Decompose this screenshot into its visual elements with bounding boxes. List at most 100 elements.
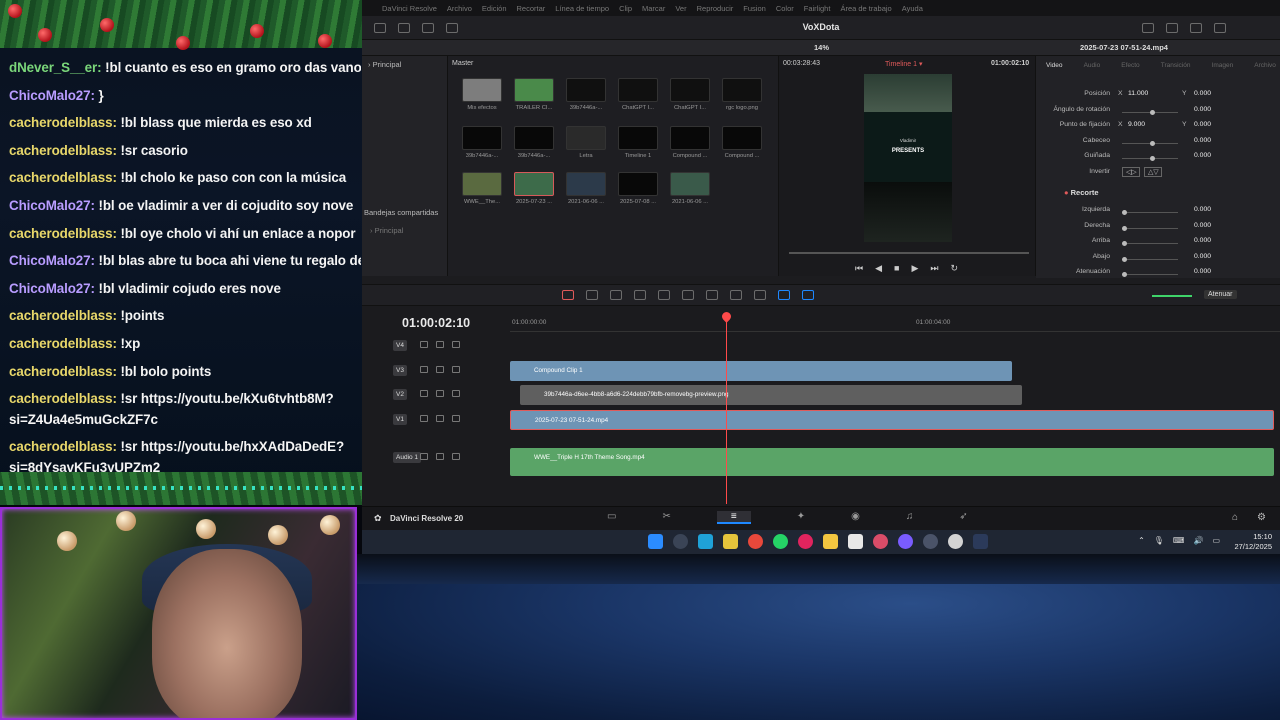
media-clip[interactable]: Timeline 1	[618, 126, 658, 159]
inspector-tab[interactable]: Video	[1046, 62, 1063, 69]
selection-tool-icon[interactable]	[562, 290, 574, 300]
tools-icon[interactable]	[1214, 23, 1226, 33]
crop-value-field[interactable]: 0.000	[1194, 206, 1232, 213]
menu-item[interactable]: Línea de tiempo	[555, 4, 609, 13]
resolve-taskbar-icon[interactable]	[973, 534, 988, 549]
x-value-field[interactable]: 11.000	[1128, 90, 1148, 97]
lock-icon[interactable]	[754, 290, 766, 300]
track-visibility-icon[interactable]	[452, 366, 460, 373]
property-value-field[interactable]: 0.000	[1194, 106, 1232, 113]
replace-icon[interactable]	[682, 290, 694, 300]
skip-end-icon[interactable]: ⏭	[930, 263, 938, 274]
media-clip[interactable]: ChatGPT I...	[670, 78, 710, 111]
crop-slider[interactable]	[1122, 256, 1178, 262]
media-clip[interactable]: Mis efectos	[462, 78, 502, 111]
media-clip[interactable]: rgc logo.png	[722, 78, 762, 111]
media-clip[interactable]: 39b7446a-...	[514, 126, 554, 159]
snapping-icon[interactable]	[706, 290, 718, 300]
skip-start-icon[interactable]: ⏮	[855, 263, 863, 274]
media-clip[interactable]: 2021-06-06 ...	[566, 172, 606, 205]
track-link-icon[interactable]	[436, 453, 444, 460]
crop-slider[interactable]	[1122, 272, 1178, 277]
start-icon[interactable]	[648, 534, 663, 549]
chrome-icon[interactable]	[748, 534, 763, 549]
home-icon[interactable]: ⌂	[1232, 512, 1238, 523]
whatsapp-icon[interactable]	[773, 534, 788, 549]
metadata-icon[interactable]	[1166, 23, 1178, 33]
media-clip[interactable]: 39b7446a-...	[462, 126, 502, 159]
property-slider[interactable]	[1122, 109, 1178, 115]
step-back-icon[interactable]: ◀	[875, 263, 882, 274]
toolbar-right-icons[interactable]	[1142, 23, 1226, 33]
media-clip[interactable]: 2025-07-08 ...	[618, 172, 658, 205]
property-value-field[interactable]: 0.000	[1194, 152, 1232, 159]
track-lock-icon[interactable]	[420, 453, 428, 460]
notes-icon[interactable]	[723, 534, 738, 549]
inspector-tab[interactable]: Archivo	[1254, 62, 1276, 69]
crop-value-field[interactable]: 0.000	[1194, 222, 1232, 229]
flip-horizontal-icon[interactable]: ◁▷	[1122, 166, 1141, 177]
fade-button[interactable]: Atenuar	[1204, 290, 1237, 299]
viewer-frame[interactable]: Vladimir PRESENTS	[864, 74, 952, 242]
search-icon[interactable]	[673, 534, 688, 549]
menu-item[interactable]: Ver	[675, 4, 686, 13]
media-clip[interactable]: TRÁILER CI...	[514, 78, 554, 111]
track-link-icon[interactable]	[436, 341, 444, 348]
fusion-page-icon[interactable]: ✦	[797, 511, 805, 524]
track-link-icon[interactable]	[436, 390, 444, 397]
crop-slider[interactable]	[1122, 210, 1178, 215]
taskbar-clock[interactable]: 15:10 27/12/2025	[1234, 532, 1272, 552]
timeline-clip[interactable]: WWE__Triple H 17th Theme Song.mp4	[510, 448, 1274, 476]
timeline-clip[interactable]: 39b7446a-d6ee-4bb8-a6d6-224debb79bfb-rem…	[520, 385, 1022, 405]
volume-slider[interactable]	[1152, 290, 1212, 302]
crop-value-field[interactable]: 0.000	[1194, 268, 1232, 275]
edge-icon[interactable]	[698, 534, 713, 549]
menu-item[interactable]: DaVinci Resolve	[382, 4, 437, 13]
crop-value-field[interactable]: 0.000	[1194, 253, 1232, 260]
menu-item[interactable]: Clip	[619, 4, 632, 13]
settings-icon[interactable]: ⚙	[1257, 512, 1266, 523]
playhead[interactable]	[726, 314, 727, 504]
crop-section-title[interactable]: ● Recorte	[1064, 188, 1099, 197]
play-icon[interactable]: ▶	[911, 263, 918, 274]
slider-knob[interactable]	[1122, 272, 1127, 277]
track-link-icon[interactable]	[436, 366, 444, 373]
crop-slider[interactable]	[1122, 225, 1178, 231]
menu-item[interactable]: Fairlight	[804, 4, 831, 13]
blade-tool-icon[interactable]	[610, 290, 622, 300]
menu-item[interactable]: Área de trabajo	[840, 4, 891, 13]
flag-icon[interactable]	[778, 290, 790, 300]
obs-icon[interactable]	[923, 534, 938, 549]
slider-knob[interactable]	[1122, 241, 1127, 246]
store-icon[interactable]	[848, 534, 863, 549]
deliver-page-icon[interactable]: ➶	[959, 511, 967, 524]
slider-knob[interactable]	[1122, 210, 1127, 215]
track-header[interactable]: V2	[362, 383, 510, 407]
media-clip[interactable]: 2021-06-06 ...	[670, 172, 710, 205]
crop-slider[interactable]	[1122, 241, 1178, 246]
loop-icon[interactable]: ↻	[951, 263, 959, 274]
timeline-selector[interactable]: Timeline 1 ▾	[885, 60, 923, 68]
edit-tools[interactable]	[562, 290, 814, 300]
menu-item[interactable]: Reproducir	[697, 4, 734, 13]
menu-item[interactable]: Marcar	[642, 4, 665, 13]
inspector-tab[interactable]: Imagen	[1212, 62, 1234, 69]
trim-tool-icon[interactable]	[586, 290, 598, 300]
timeline-clip[interactable]: 2025-07-23 07-51-24.mp4	[510, 410, 1274, 430]
media-clip[interactable]: 39b7446a-...	[566, 78, 606, 111]
inspector-tab[interactable]: Audio	[1084, 62, 1101, 69]
discord-icon[interactable]	[898, 534, 913, 549]
property-slider[interactable]	[1122, 140, 1178, 146]
media-clip[interactable]: Letra	[566, 126, 606, 159]
track-visibility-icon[interactable]	[452, 415, 460, 422]
cut-page-icon[interactable]: ✂	[662, 511, 670, 524]
track-header[interactable]: Audio 1	[362, 446, 510, 470]
timeline-clip[interactable]: Compound Clip 1	[510, 361, 1012, 381]
track-visibility-icon[interactable]	[452, 453, 460, 460]
track-visibility-icon[interactable]	[452, 341, 460, 348]
app-red-icon[interactable]	[873, 534, 888, 549]
crop-value-field[interactable]: 0.000	[1194, 237, 1232, 244]
timeline-ruler[interactable]: 01:00:00:00 01:00:04:00	[510, 316, 1280, 332]
color-page-icon[interactable]: ◉	[851, 511, 860, 524]
opera-icon[interactable]	[798, 534, 813, 549]
